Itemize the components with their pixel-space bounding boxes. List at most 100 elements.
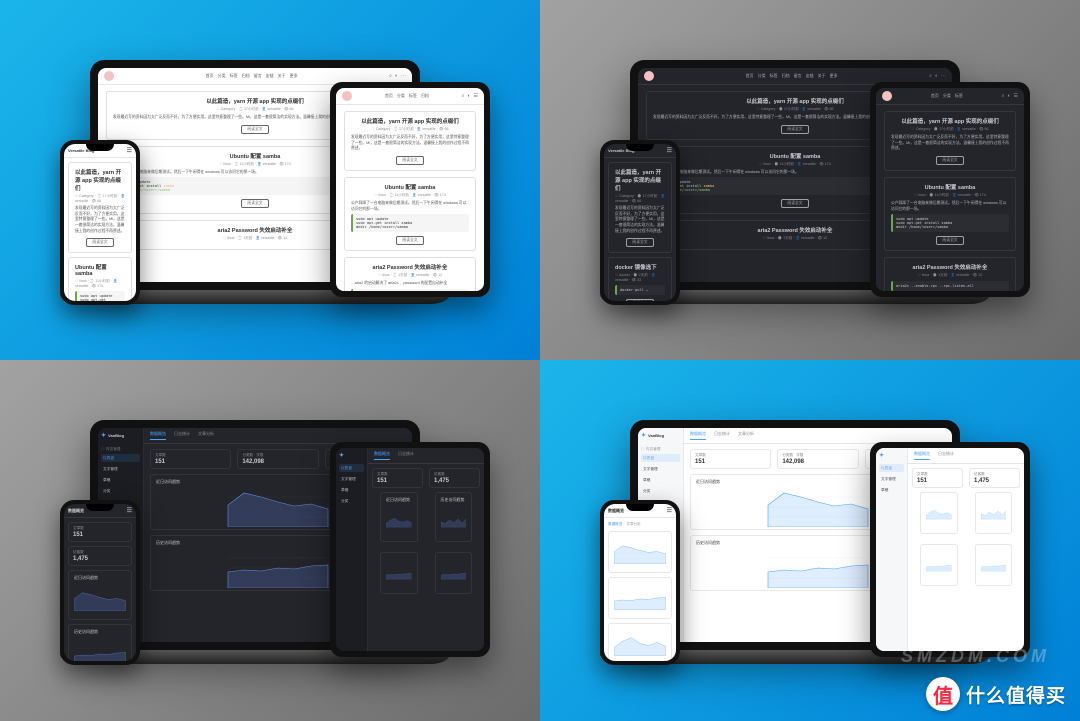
read-more-button[interactable]: 阅读全文 [626,299,653,301]
menu-icon[interactable]: ☰ [667,507,672,514]
watermark-badge-icon: 值 [926,677,960,711]
nav-item[interactable]: 分类 [943,93,951,99]
darkmode-icon[interactable]: ◐ [935,73,938,79]
sidebar-item[interactable]: 分类 [101,487,140,495]
sidebar-item[interactable]: 分类 [339,497,364,505]
sidebar-item[interactable]: 文字管理 [339,475,364,483]
darkmode-icon[interactable]: ◐ [395,73,398,79]
sidebar-item[interactable]: 草稿 [339,486,364,494]
sidebar-item[interactable]: 仪表盘 [339,464,364,472]
sidebar-item[interactable]: 仪表盘 [879,464,904,472]
sidebar-item-dashboard[interactable]: 仪表盘 [101,454,140,462]
nav-item[interactable]: 关于 [278,73,286,79]
post-title[interactable]: Ubuntu 配置 samba [351,183,469,191]
tab-overview[interactable]: 数据概览 [690,431,706,440]
post-title[interactable]: aria2 Password 失效启动补全 [351,263,469,271]
sidebar-item[interactable]: 文字管理 [879,475,904,483]
nav-item[interactable]: 首页 [385,93,393,99]
tab-overview[interactable]: 数据概览 [914,451,930,460]
more-icon[interactable]: ⋯ [401,73,406,79]
tab-overview[interactable]: 数据概览 [150,431,166,440]
post-title[interactable]: 以此篇造，yarn 开源 app 实现的点缀们 [75,168,125,192]
hinge-label: MacBook [242,656,267,662]
nav-item[interactable]: 留言 [794,73,802,79]
nav-item[interactable]: 更多 [830,73,838,79]
post-body: 发现最近写的资料因为太广泛反而不好，为了方便实用，这里特意整理了一些。Mi，这是… [615,206,665,234]
nav-item[interactable]: 分类 [397,93,405,99]
nav-item[interactable]: 标签 [770,73,778,79]
menu-icon[interactable]: ☰ [667,147,672,154]
search-icon[interactable]: ⌕ [1002,93,1005,99]
tab-logs[interactable]: 日志统计 [398,451,414,460]
post-body: 发现最近写的资料因为太广泛反而不好，为了方便实用，这里特意整理了一些。Mi，这是… [351,135,469,152]
nav-item[interactable]: 留言 [254,73,262,79]
tab-logs[interactable]: 日志统计 [174,431,190,440]
darkmode-icon[interactable]: ◐ [467,93,470,99]
menu-icon[interactable]: ☰ [474,93,478,99]
read-more-button[interactable]: 阅读全文 [86,238,113,247]
nav-item[interactable]: 关于 [818,73,826,79]
read-more-button[interactable]: 阅读全文 [396,156,423,165]
read-more-button[interactable]: 阅读全文 [241,125,268,134]
nav-item[interactable]: 首页 [931,93,939,99]
sidebar-item[interactable]: 文字管理 [101,465,140,473]
read-more-button[interactable]: 阅读全文 [936,236,963,245]
tab-logs[interactable]: 日志统计 [938,451,954,460]
menu-icon[interactable]: ☰ [1014,93,1018,99]
sidebar-item[interactable]: 草稿 [879,486,904,494]
nav-item[interactable]: 归档 [782,73,790,79]
read-more-button[interactable]: 阅读全文 [936,156,963,165]
nav-item[interactable]: 首页 [206,73,214,79]
tab-overview[interactable]: 数据概览 [608,522,622,527]
panel-title: 近日访问趋势 [74,575,98,581]
nav-item[interactable]: 首页 [746,73,754,79]
brand: VanBlog [648,433,664,438]
sidebar-item[interactable]: 文字管理 [641,465,680,473]
post-title[interactable]: aria2 Password 失效启动补全 [891,263,1009,271]
nav-item[interactable]: 标签 [409,93,417,99]
panel-title: 历史访问趋势 [441,497,465,503]
read-more-button[interactable]: 阅读全文 [781,125,808,134]
nav-item[interactable]: 标签 [955,93,963,99]
tab-articles[interactable]: 文章分析 [738,431,754,440]
more-icon[interactable]: ⋯ [941,73,946,79]
sidebar-item-dashboard[interactable]: 仪表盘 [641,454,680,462]
tab-articles[interactable]: 文章分析 [626,522,640,527]
post-title[interactable]: 以此篇造，yarn 开源 app 实现的点缀们 [891,117,1009,125]
nav-item[interactable]: 友链 [266,73,274,79]
search-icon[interactable]: ⌕ [462,93,465,99]
sidebar-item[interactable]: 草稿 [641,476,680,484]
menu-icon[interactable]: ☰ [127,147,132,154]
nav-item[interactable]: 分类 [758,73,766,79]
read-more-button[interactable]: 阅读全文 [241,199,268,208]
hinge-label: MacBook [782,656,807,662]
menu-icon[interactable]: ☰ [127,507,132,514]
read-more-button[interactable]: 阅读全文 [626,238,653,247]
nav-item[interactable]: 友链 [806,73,814,79]
post-title[interactable]: docker 镜像选下 [615,263,665,271]
post-title[interactable]: 以此篇造，yarn 开源 app 实现的点缀们 [615,168,665,192]
read-more-button[interactable]: 阅读全文 [396,236,423,245]
tab-articles[interactable]: 文章分析 [198,431,214,440]
nav-item[interactable]: 更多 [290,73,298,79]
nav-item[interactable]: 归档 [421,93,429,99]
tab-overview[interactable]: 数据概览 [374,451,390,460]
phone-frame: 数据概览☰ 数据概览 文章分析 [600,500,680,665]
code-block: sudo apt update sudo apt-get install sam… [891,214,1009,232]
nav-item[interactable]: 标签 [230,73,238,79]
nav-item[interactable]: 归档 [242,73,250,79]
nav-item[interactable]: 分类 [218,73,226,79]
sidebar-item[interactable]: 草稿 [101,476,140,484]
tab-logs[interactable]: 日志统计 [714,431,730,440]
search-icon[interactable]: ⌕ [389,73,392,79]
post-title[interactable]: 以此篇造，yarn 开源 app 实现的点缀们 [351,117,469,125]
quadrant-light-dashboard: ✦VanBlog ◇ 内容管理 仪表盘 文字管理 草稿 分类 标签 经验条 ◇ … [540,360,1080,721]
read-more-button[interactable]: 阅读全文 [781,199,808,208]
sidebar-item[interactable]: 分类 [641,487,680,495]
post-title[interactable]: Ubuntu 配置 samba [891,183,1009,191]
search-icon[interactable]: ⌕ [929,73,932,79]
code-block: sudo apt update sudo apt-get install sam… [351,214,469,232]
darkmode-icon[interactable]: ◐ [1007,93,1010,99]
watermark: 值 什么值得买 [926,677,1066,711]
post-title[interactable]: Ubuntu 配置 samba [75,263,125,277]
